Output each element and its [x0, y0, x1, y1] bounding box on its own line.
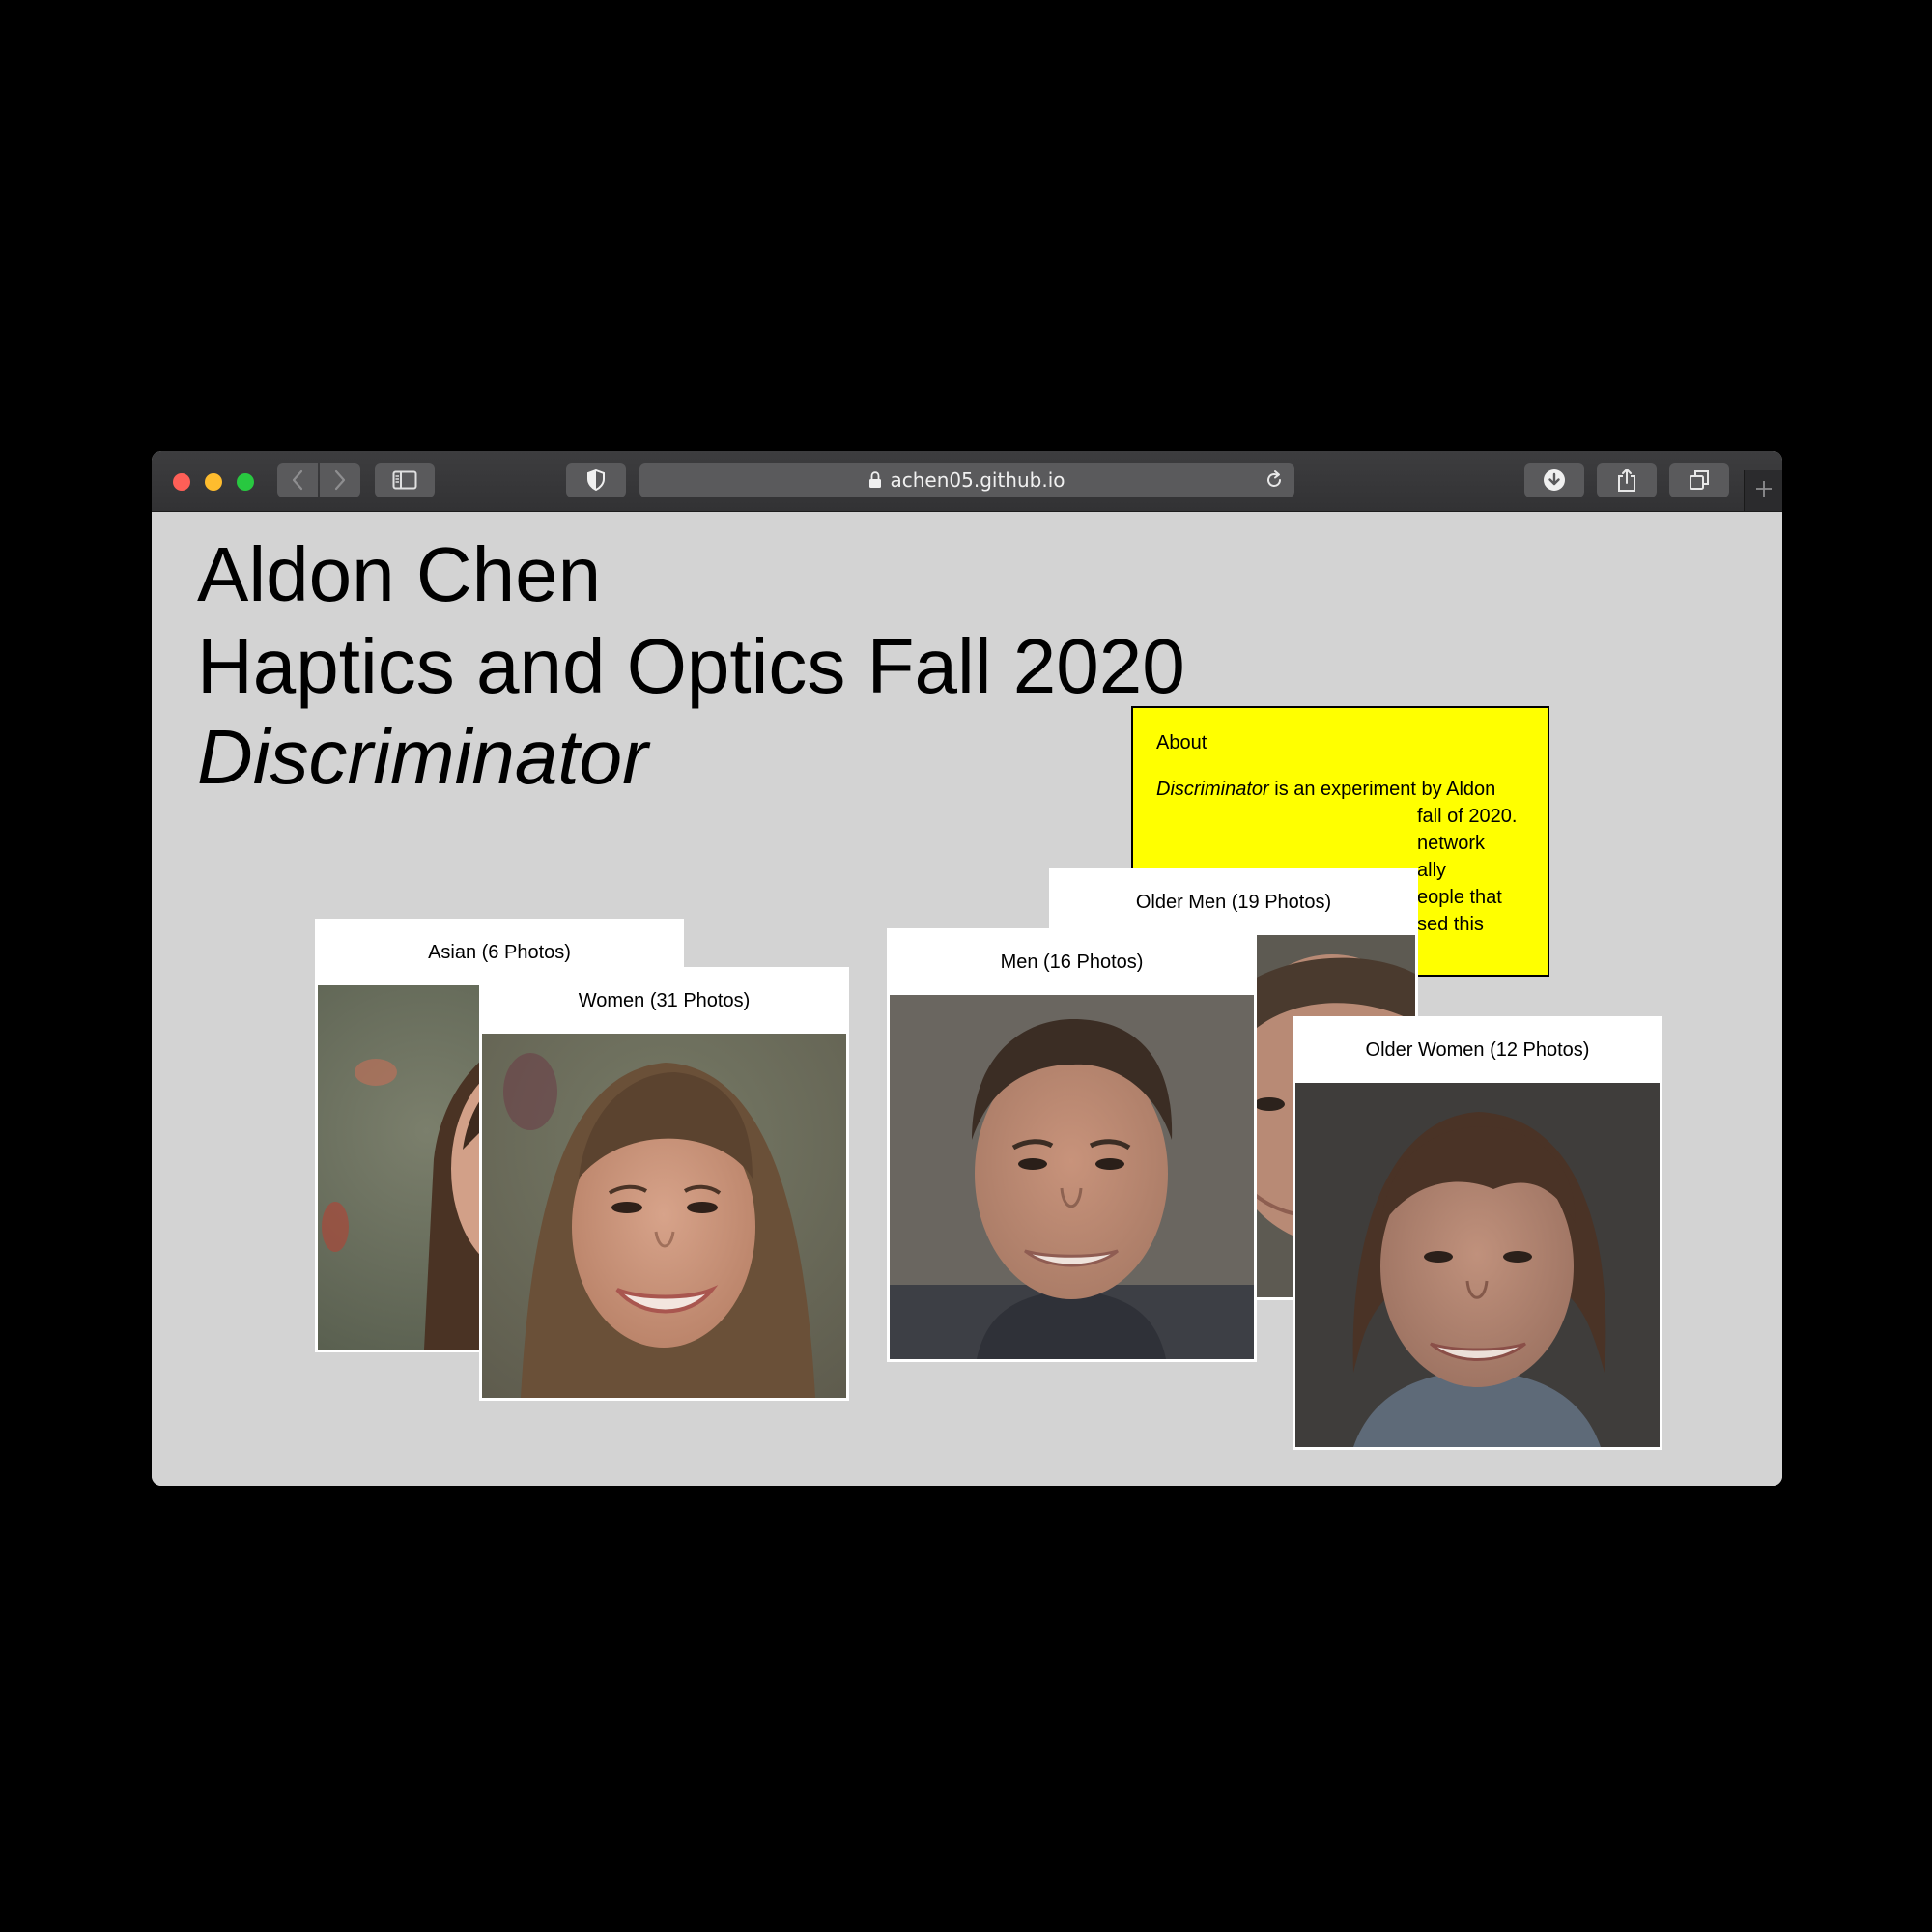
chevron-right-icon: [333, 469, 347, 491]
download-icon: [1543, 469, 1566, 492]
url-text: achen05.github.io: [890, 469, 1065, 492]
page-content: Aldon Chen Haptics and Optics Fall 2020 …: [152, 512, 1782, 1486]
new-tab-button[interactable]: [1744, 470, 1782, 511]
plus-icon: [1755, 480, 1773, 502]
face-photo: [890, 995, 1254, 1359]
back-button[interactable]: [277, 463, 318, 497]
shield-icon: [586, 469, 606, 491]
close-window-button[interactable]: [173, 473, 190, 491]
card-label: Older Men (19 Photos): [1135, 892, 1332, 913]
reload-icon[interactable]: [1264, 469, 1285, 496]
tabs-icon: [1689, 469, 1710, 491]
browser-toolbar: achen05.github.io: [152, 451, 1782, 512]
forward-button[interactable]: [320, 463, 360, 497]
course-heading: Haptics and Optics Fall 2020: [197, 623, 1185, 709]
tab-overview-button[interactable]: [1669, 463, 1729, 497]
about-line: network: [1417, 833, 1486, 854]
browser-window: achen05.github.io Aldon Chen Haptics and…: [152, 451, 1782, 1486]
zoom-window-button[interactable]: [237, 473, 254, 491]
address-bar[interactable]: achen05.github.io: [639, 463, 1294, 497]
card-label: Men (16 Photos): [1000, 952, 1144, 973]
chevron-left-icon: [291, 469, 304, 491]
author-name-heading: Aldon Chen: [197, 531, 602, 617]
face-photo: [482, 1034, 846, 1398]
card-label: Older Women (12 Photos): [1365, 1039, 1590, 1061]
share-button[interactable]: [1597, 463, 1657, 497]
share-icon: [1616, 468, 1637, 493]
about-project-name: Discriminator: [1156, 779, 1269, 800]
card-men[interactable]: Men (16 Photos): [887, 928, 1257, 1362]
project-title-heading: Discriminator: [197, 714, 648, 800]
card-label: Women (31 Photos): [578, 990, 751, 1011]
face-photo: [1295, 1083, 1660, 1447]
card-women[interactable]: Women (31 Photos): [479, 967, 849, 1401]
about-line: is an experiment by Aldon: [1268, 779, 1496, 800]
card-older-women[interactable]: Older Women (12 Photos): [1293, 1016, 1662, 1450]
sidebar-icon: [392, 470, 417, 490]
sidebar-toggle-button[interactable]: [375, 463, 435, 497]
minimize-window-button[interactable]: [205, 473, 222, 491]
lock-icon: [868, 471, 882, 489]
downloads-button[interactable]: [1524, 463, 1584, 497]
about-title: About: [1156, 732, 1208, 753]
about-line: fall of 2020.: [1417, 806, 1518, 827]
privacy-report-button[interactable]: [566, 463, 626, 497]
